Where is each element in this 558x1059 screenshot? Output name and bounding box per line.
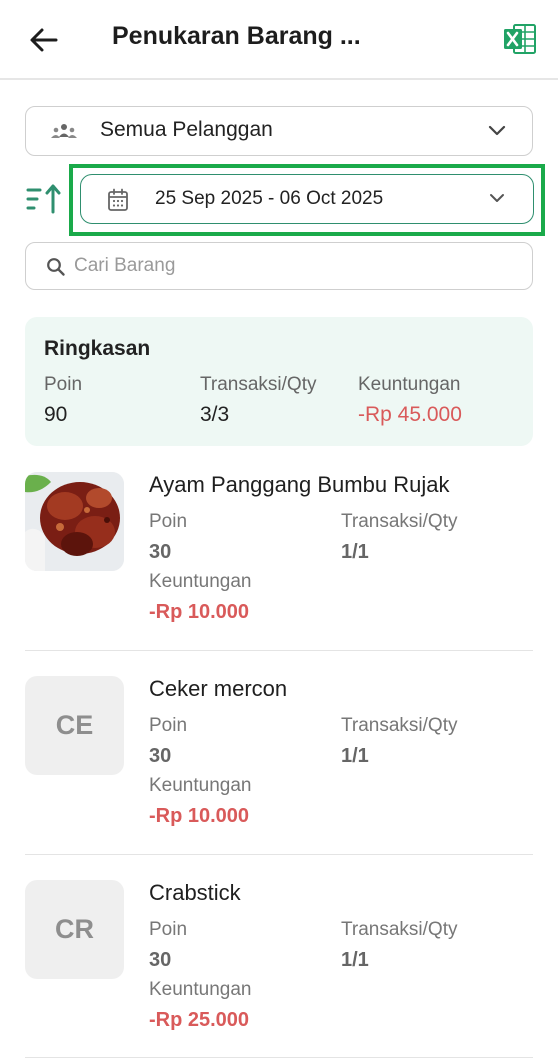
item-name: Ceker mercon xyxy=(149,676,288,701)
date-range-picker[interactable]: 25 Sep 2025 - 06 Oct 2025 xyxy=(80,174,534,224)
summary-points-value: 90 xyxy=(44,403,68,426)
item-profit-label: Keuntungan xyxy=(149,979,252,1000)
item-initials: CR xyxy=(55,914,94,944)
customer-dropdown-label: Semua Pelanggan xyxy=(100,118,273,141)
customer-dropdown[interactable]: Semua Pelanggan xyxy=(25,106,533,156)
item-transactions-value: 1/1 xyxy=(341,745,369,767)
item-name: Ayam Panggang Bumbu Rujak xyxy=(149,472,450,497)
summary-points-label: Poin xyxy=(44,374,83,395)
item-name: Crabstick xyxy=(149,880,241,905)
summary-card: Ringkasan Poin 90 Transaksi/Qty 3/3 Keun… xyxy=(25,317,533,446)
list-item[interactable]: Ayam Panggang Bumbu Rujak Poin 30 Transa… xyxy=(25,472,533,642)
divider xyxy=(25,854,533,855)
item-profit-label: Keuntungan xyxy=(149,775,252,796)
sort-button[interactable] xyxy=(26,182,62,216)
chevron-down-icon xyxy=(490,194,504,202)
search-input[interactable] xyxy=(74,253,514,279)
search-box[interactable] xyxy=(25,242,533,290)
back-button[interactable] xyxy=(26,22,62,58)
summary-profit-value: -Rp 45.000 xyxy=(358,403,462,426)
item-transactions-label: Transaksi/Qty xyxy=(341,919,458,940)
summary-title: Ringkasan xyxy=(44,337,151,360)
item-points-label: Poin xyxy=(149,511,188,532)
divider xyxy=(25,1057,533,1058)
page-title: Penukaran Barang ... xyxy=(112,22,361,50)
item-thumbnail: CE xyxy=(25,676,124,775)
food-photo-icon xyxy=(25,472,124,571)
sort-icon xyxy=(26,184,61,214)
divider xyxy=(25,650,533,651)
summary-transactions-value: 3/3 xyxy=(200,403,230,426)
item-profit-label: Keuntungan xyxy=(149,571,252,592)
people-icon xyxy=(51,124,77,138)
item-points-value: 30 xyxy=(149,541,172,563)
item-thumbnail xyxy=(25,472,124,571)
date-range-label: 25 Sep 2025 - 06 Oct 2025 xyxy=(155,188,384,209)
item-points-value: 30 xyxy=(149,949,172,971)
item-transactions-label: Transaksi/Qty xyxy=(341,511,458,532)
search-icon xyxy=(47,258,65,276)
chevron-down-icon xyxy=(488,125,506,136)
list-item[interactable]: CR Crabstick Poin 30 Transaksi/Qty 1/1 K… xyxy=(25,880,533,1050)
export-excel-button[interactable] xyxy=(502,22,538,56)
list-item[interactable]: CE Ceker mercon Poin 30 Transaksi/Qty 1/… xyxy=(25,676,533,846)
item-profit-value: -Rp 25.000 xyxy=(149,1009,250,1031)
item-transactions-value: 1/1 xyxy=(341,949,369,971)
item-points-label: Poin xyxy=(149,919,188,940)
item-transactions-label: Transaksi/Qty xyxy=(341,715,458,736)
arrow-left-icon xyxy=(30,28,58,52)
summary-profit-label: Keuntungan xyxy=(358,374,461,395)
summary-transactions-label: Transaksi/Qty xyxy=(200,374,317,395)
calendar-icon xyxy=(108,188,128,211)
item-initials: CE xyxy=(55,710,94,740)
item-profit-value: -Rp 10.000 xyxy=(149,601,250,623)
item-transactions-value: 1/1 xyxy=(341,541,369,563)
excel-icon xyxy=(504,24,536,54)
item-thumbnail: CR xyxy=(25,880,124,979)
item-profit-value: -Rp 10.000 xyxy=(149,805,250,827)
app-header: Penukaran Barang ... xyxy=(0,0,558,80)
item-points-value: 30 xyxy=(149,745,172,767)
item-points-label: Poin xyxy=(149,715,188,736)
